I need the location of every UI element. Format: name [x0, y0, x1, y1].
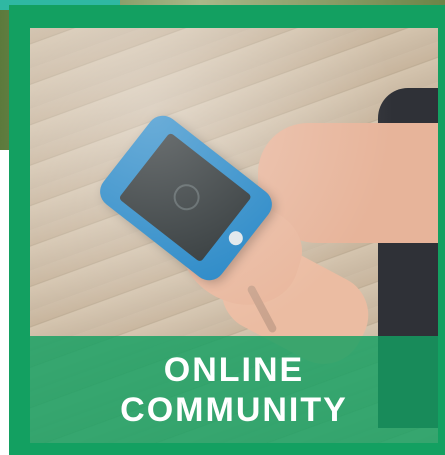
phone-screen — [118, 132, 253, 263]
caption-line-1: ONLINE — [163, 350, 305, 389]
phone-icon — [93, 109, 279, 287]
right-arm — [258, 123, 438, 243]
left-hand — [167, 186, 313, 320]
bracelet — [246, 284, 278, 334]
caption-line-2: COMMUNITY — [120, 390, 348, 429]
tile-caption[interactable]: ONLINE COMMUNITY — [30, 336, 438, 443]
phone-home-button — [225, 228, 246, 249]
online-community-tile[interactable]: ONLINE COMMUNITY — [9, 5, 445, 455]
